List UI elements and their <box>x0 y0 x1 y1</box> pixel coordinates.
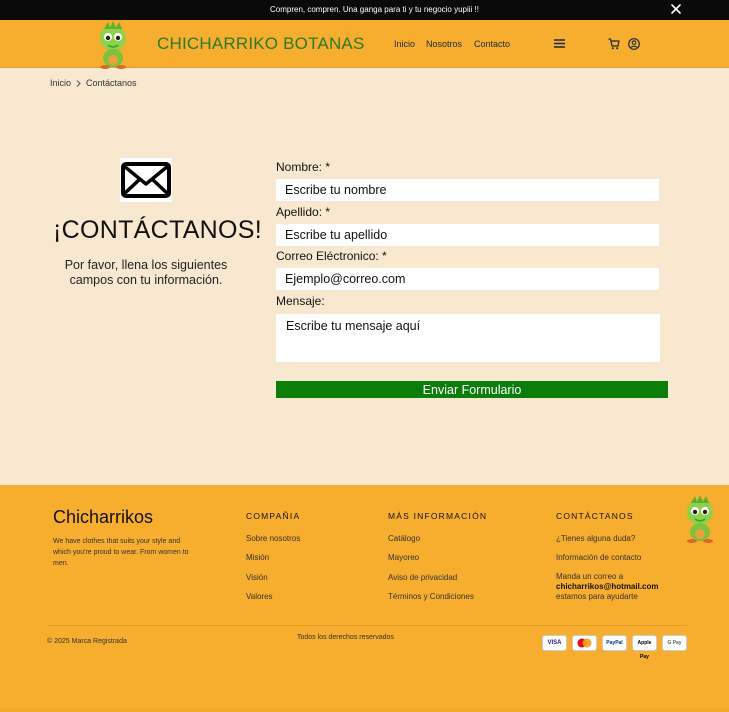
site-header: CHICHARRIKO BOTANAS Inicio Nosotros Cont… <box>0 20 729 69</box>
contact-subtitle: Por favor, llena los siguientes campos c… <box>64 258 228 287</box>
mascot-logo <box>687 495 713 543</box>
footer-link-vision[interactable]: Visión <box>246 573 268 582</box>
footer-contact-heading: CONTÁCTANOS <box>556 511 634 521</box>
footer-mail-line1: Manda un correo a <box>556 572 624 581</box>
footer-copyright: © 2025 Marca Registrada <box>47 638 127 645</box>
name-label: Nombre: * <box>276 160 331 174</box>
chevron-right-icon <box>76 80 81 87</box>
footer-info-heading: MÁS INFORMACIÓN <box>388 511 488 521</box>
google-pay-icon: G Pay <box>662 635 687 651</box>
footer-link-aviso-privacidad[interactable]: Aviso de privacidad <box>388 573 457 582</box>
footer-link-catalogo[interactable]: Catálogo <box>388 534 420 543</box>
footer-company-heading: COMPAÑIA <box>246 511 301 521</box>
footer-link-sobre-nosotros[interactable]: Sobre nosotros <box>246 534 300 543</box>
footer-link-duda[interactable]: ¿Tienes alguna duda? <box>556 534 635 543</box>
nav-inicio[interactable]: Inicio <box>394 39 415 49</box>
paypal-icon: PayPal <box>602 635 627 651</box>
footer-divider <box>47 625 687 626</box>
email-field[interactable] <box>276 268 659 290</box>
breadcrumb-current: Contáctanos <box>86 78 137 88</box>
email-label: Correo Eléctronico: * <box>276 249 387 263</box>
nav-contacto[interactable]: Contacto <box>474 39 510 49</box>
footer-link-valores[interactable]: Valores <box>246 592 273 601</box>
footer-mail-email[interactable]: chicharrikos@hotmail.com <box>556 582 659 591</box>
lastname-label: Apellido: * <box>276 205 331 219</box>
nav-nosotros[interactable]: Nosotros <box>426 39 462 49</box>
message-label: Mensaje: <box>276 294 325 308</box>
announcement-text: Compren, compren. Una ganga para ti y tu… <box>269 5 479 14</box>
footer-mail-line3: estamos para ayudarte <box>556 592 638 601</box>
footer-mail-block: Manda un correo a chicharrikos@hotmail.c… <box>556 572 659 602</box>
footer-bottom-strip <box>0 708 729 712</box>
footer-link-mayoreo[interactable]: Mayoreo <box>388 553 419 562</box>
lastname-field[interactable] <box>276 224 659 246</box>
footer-link-info-contacto[interactable]: Información de contacto <box>556 553 641 562</box>
mascot-logo[interactable] <box>96 21 130 69</box>
message-field[interactable] <box>276 314 660 362</box>
contact-title: ¡CONTÁCTANOS! <box>53 216 262 244</box>
site-footer: Chicharrikos We have clothes that suits … <box>0 485 729 712</box>
user-icon[interactable] <box>628 38 640 50</box>
footer-link-terminos[interactable]: Términos y Condiciones <box>388 592 474 601</box>
footer-rights: Todos los derechos reservados <box>297 634 394 641</box>
footer-description: We have clothes that suits your style an… <box>53 538 189 567</box>
apple-pay-icon: Apple Pay <box>632 635 657 660</box>
breadcrumb-home[interactable]: Inicio <box>50 78 71 88</box>
visa-icon: VISA <box>542 635 567 651</box>
mastercard-icon <box>572 635 597 651</box>
footer-link-mision[interactable]: Misión <box>246 553 269 562</box>
announcement-bar: Compren, compren. Una ganga para ti y tu… <box>0 0 729 20</box>
footer-brand: Chicharrikos <box>53 507 154 527</box>
submit-button[interactable]: Enviar Formulario <box>276 381 668 398</box>
envelope-icon <box>120 158 172 202</box>
menu-icon[interactable] <box>554 39 565 48</box>
cart-icon[interactable] <box>608 38 620 50</box>
close-icon[interactable] <box>670 3 682 15</box>
name-field[interactable] <box>276 179 659 201</box>
brand-name[interactable]: CHICHARRIKO BOTANAS <box>157 34 365 54</box>
